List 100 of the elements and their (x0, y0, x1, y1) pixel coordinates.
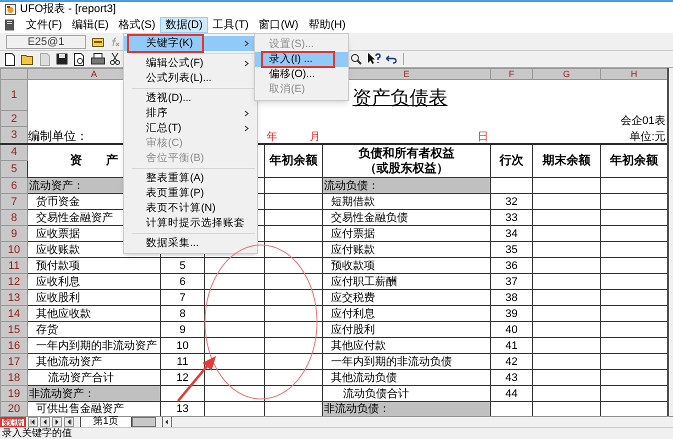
window-title: UFO报表 - [report3] (20, 4, 116, 15)
chevron-right-icon (244, 40, 249, 47)
table-cell: 其他应收款 (28, 306, 160, 322)
sheet-navigation-button[interactable] (52, 417, 62, 427)
column-header[interactable]: H (600, 68, 668, 80)
line-number: 39 (505, 308, 518, 320)
annotation-arrow (177, 356, 216, 402)
printer-icon[interactable] (91, 53, 105, 65)
section-heading-cell: 非流动负债： (322, 402, 490, 416)
line-number: 6 (179, 276, 186, 288)
table-cell: 存货 (28, 322, 160, 338)
row-header[interactable]: 3 (0, 126, 28, 144)
status-text: 录入关键字的值 (2, 428, 72, 438)
line-number: 41 (505, 340, 518, 352)
line-number: 34 (505, 228, 518, 240)
undo-icon[interactable] (386, 54, 397, 64)
table-cell: 应付利息 (322, 306, 490, 322)
cell-reference-field[interactable]: E25@1 (6, 34, 86, 48)
date-label: 月 (310, 130, 320, 142)
column-heading: 年初余额 (264, 144, 322, 178)
row-header[interactable]: 16 (0, 338, 28, 354)
section-heading-cell: 流动负债： (322, 178, 490, 194)
row-header[interactable]: 1 (0, 80, 28, 110)
table-cell: 其他应付款 (322, 338, 490, 354)
menu-item[interactable]: 文件(F) (21, 17, 68, 33)
menu-item[interactable]: 编辑(E) (67, 17, 114, 33)
menu-item[interactable]: 排序 (124, 106, 257, 121)
line-number: 5 (179, 260, 186, 272)
row-header[interactable]: 11 (0, 258, 28, 274)
line-number: 35 (505, 244, 518, 256)
column-heading: 期末余额 (532, 144, 600, 178)
new-file-icon[interactable] (4, 52, 16, 66)
line-number: 37 (505, 276, 518, 288)
menu-item[interactable]: 透视(D)... (124, 91, 257, 106)
column-header[interactable]: G (532, 68, 600, 80)
row-header[interactable]: 7 (0, 194, 28, 210)
menu-item[interactable]: 格式(S) (114, 17, 160, 33)
menu-item[interactable]: 数据(D) (160, 17, 208, 33)
row-header[interactable]: 15 (0, 322, 28, 338)
line-number: 7 (179, 292, 186, 304)
line-number: 42 (505, 356, 518, 368)
row-header[interactable]: 17 (0, 354, 28, 370)
line-number: 44 (505, 388, 518, 400)
corner-cell[interactable] (0, 68, 28, 80)
row-header[interactable]: 2 (0, 110, 28, 126)
sheet-navigation-button[interactable] (40, 417, 50, 427)
table-cell: 预付款项 (28, 258, 160, 274)
row-header[interactable]: 8 (0, 210, 28, 226)
sheet-tab[interactable] (132, 417, 156, 427)
date-label: 年 (266, 130, 278, 142)
row-header[interactable]: 14 (0, 306, 28, 322)
line-number: 11 (176, 356, 188, 368)
row-header[interactable]: 10 (0, 242, 28, 258)
line-number: 12 (176, 372, 189, 384)
chevron-right-icon (244, 60, 249, 67)
table-cell: 预收款项 (322, 258, 490, 274)
line-number: 10 (176, 340, 189, 352)
row-header[interactable]: 19 (0, 386, 28, 402)
line-number: 38 (505, 292, 518, 304)
menu-item[interactable]: 编辑公式(F) (124, 56, 257, 71)
row-header[interactable]: 5 (0, 160, 28, 178)
row-header[interactable]: 20 (0, 402, 28, 416)
table-cell: 应付账款 (322, 242, 490, 258)
line-number: 36 (505, 260, 518, 272)
menu-item[interactable]: 帮助(H) (303, 17, 351, 33)
menu-item[interactable]: 工具(T) (208, 17, 254, 33)
table-cell: 应付股利 (322, 322, 490, 338)
print-preview-icon[interactable] (73, 52, 86, 66)
line-number: 33 (505, 212, 518, 224)
report-title: 资产负债表 (352, 88, 448, 108)
line-number: 13 (176, 403, 189, 415)
date-label: 日 (478, 130, 488, 142)
scissors-icon[interactable] (110, 53, 120, 65)
row-header[interactable]: 12 (0, 274, 28, 290)
form-code: 会企01表 (620, 114, 666, 126)
sheet-tab[interactable]: 第1页 (80, 416, 132, 428)
sheet-navigation-button[interactable] (64, 417, 74, 427)
table-cell: 应交税费 (322, 290, 490, 306)
section-heading-cell: 非流动资产： (28, 386, 160, 402)
sheet-navigation-button[interactable] (28, 417, 38, 427)
save-icon[interactable] (56, 53, 68, 65)
table-cell: 应收利息 (28, 274, 160, 290)
help-pointer-icon[interactable] (367, 53, 381, 65)
document-icon[interactable] (4, 19, 15, 31)
table-cell: 其他流动资产 (28, 354, 160, 370)
line-number: 9 (179, 324, 186, 336)
menu-item[interactable]: 汇总(T) (124, 121, 257, 136)
menu-item[interactable]: 关键字(K) (124, 36, 257, 51)
table-cell: 短期借款 (322, 194, 490, 210)
table-cell: 其他流动负债 (322, 370, 490, 386)
row-header[interactable]: 6 (0, 178, 28, 194)
column-header[interactable]: F (490, 68, 532, 80)
row-header[interactable]: 9 (0, 226, 28, 242)
menu-item[interactable]: 窗口(W) (254, 17, 304, 33)
menu-item[interactable]: 录入(I) ... (255, 52, 348, 67)
zoom-icon[interactable] (350, 53, 362, 65)
line-number: 43 (505, 372, 518, 384)
row-header[interactable]: 13 (0, 290, 28, 306)
row-header[interactable]: 18 (0, 370, 28, 386)
company-label: 编制单位： (28, 128, 88, 142)
